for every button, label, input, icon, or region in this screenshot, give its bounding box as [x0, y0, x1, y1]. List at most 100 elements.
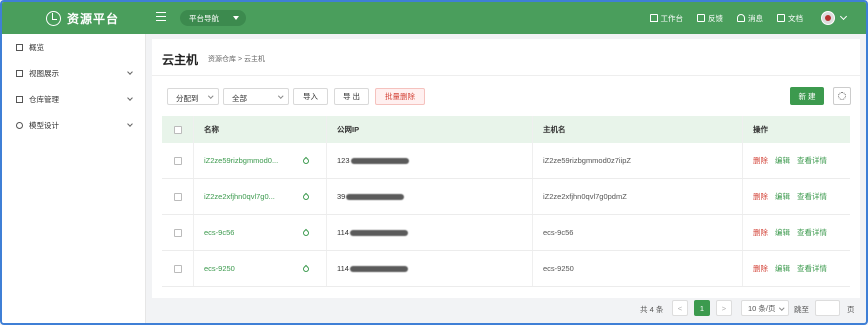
- import-button[interactable]: 导入: [293, 88, 328, 105]
- delete-link[interactable]: 删除: [753, 263, 768, 274]
- next-page-button[interactable]: >: [716, 300, 732, 316]
- top-navbar: 资源平台 平台导航 工作台 反馈 消息 文档: [2, 2, 866, 34]
- new-button[interactable]: 新 建: [790, 87, 824, 105]
- pagination: 共 4 条 < 1 > 10 条/页 跳至 页: [152, 298, 860, 318]
- filter-select[interactable]: 全部: [223, 88, 289, 105]
- view-detail-link[interactable]: 查看详情: [797, 155, 827, 166]
- host-name-link[interactable]: ecs-9250: [204, 264, 235, 273]
- app-logo[interactable]: 资源平台: [46, 2, 119, 34]
- link-feedback[interactable]: 反馈: [697, 13, 723, 24]
- link-docs[interactable]: 文档: [777, 13, 803, 24]
- edit-link[interactable]: 编辑: [775, 191, 790, 202]
- edit-name-icon[interactable]: [301, 192, 311, 202]
- ip-redaction: [346, 193, 405, 200]
- row-checkbox[interactable]: [173, 264, 182, 273]
- main-panel: 云主机 资源仓库 > 云主机 分配到 全部 导入 导 出 批量删除 新 建 名称…: [152, 39, 860, 298]
- goto-page-input[interactable]: [815, 300, 840, 316]
- settings-button[interactable]: [833, 87, 851, 105]
- link-workbench-label: 工作台: [660, 13, 684, 23]
- chevron-down-icon: [127, 121, 133, 127]
- top-links: 工作台 反馈 消息 文档: [636, 2, 848, 34]
- filter-label: 全部: [232, 94, 247, 103]
- link-workbench[interactable]: 工作台: [649, 13, 684, 24]
- link-messages[interactable]: 消息: [737, 13, 763, 24]
- goto-unit: 页: [847, 305, 855, 314]
- table-row: ecs-9250 114 ecs-9250 删除 编辑 查看详情: [162, 251, 850, 287]
- document-icon: [777, 14, 785, 22]
- sidebar-item-label: 模型设计: [29, 120, 59, 130]
- assign-to-select[interactable]: 分配到: [167, 88, 219, 105]
- sidebar-item-warehouse[interactable]: 仓库管理: [2, 86, 145, 112]
- view-detail-link[interactable]: 查看详情: [797, 263, 827, 274]
- actions-cell: 删除 编辑 查看详情: [743, 215, 850, 250]
- sidebar-item-model-design[interactable]: 模型设计: [2, 112, 145, 138]
- platform-nav-label: 平台导航: [189, 13, 219, 23]
- ip-prefix: 39: [337, 192, 346, 201]
- table-row: iZ2ze2xfjhn0qvl7g0... 39 iZ2ze2xfjhn0qvl…: [162, 179, 850, 215]
- hostname-cell: ecs-9250: [533, 251, 743, 286]
- table-header: 名称 公网IP 主机名 操作: [162, 116, 850, 143]
- platform-nav-select[interactable]: 平台导航: [180, 10, 246, 26]
- gear-icon: [838, 92, 846, 100]
- goto-label: 跳至: [794, 305, 809, 314]
- edit-link[interactable]: 编辑: [775, 227, 790, 238]
- chevron-down-icon[interactable]: [839, 12, 848, 21]
- sidebar-item-views[interactable]: 视图展示: [2, 60, 145, 86]
- actions-cell: 删除 编辑 查看详情: [743, 251, 850, 286]
- feedback-icon: [697, 14, 705, 22]
- page-size-label: 10 条/页: [748, 303, 776, 313]
- row-checkbox-cell: [162, 215, 194, 250]
- edit-name-icon[interactable]: [301, 228, 311, 238]
- batch-delete-button[interactable]: 批量删除: [375, 88, 425, 105]
- host-name-link[interactable]: ecs-9c56: [204, 228, 234, 237]
- user-avatar[interactable]: [821, 11, 835, 25]
- host-name-link[interactable]: iZ2ze2xfjhn0qvl7g0...: [204, 192, 275, 201]
- ip-cell: 123: [327, 143, 533, 178]
- actions-cell: 删除 编辑 查看详情: [743, 143, 850, 178]
- divider: [152, 75, 860, 76]
- host-name-link[interactable]: iZ2ze59rizbgmmod0...: [204, 156, 278, 165]
- hostname-text: iZ2ze2xfjhn0qvl7g0pdmZ: [543, 192, 627, 201]
- delete-link[interactable]: 删除: [753, 227, 768, 238]
- ip-redaction: [350, 157, 409, 164]
- edit-name-icon[interactable]: [301, 264, 311, 274]
- list-icon: [16, 95, 23, 103]
- header-hostname: 主机名: [533, 116, 743, 143]
- current-page-button[interactable]: 1: [694, 300, 710, 316]
- row-checkbox[interactable]: [173, 156, 182, 165]
- edit-link[interactable]: 编辑: [775, 155, 790, 166]
- select-all-checkbox[interactable]: [173, 125, 182, 134]
- edit-link[interactable]: 编辑: [775, 263, 790, 274]
- header-ip: 公网IP: [327, 116, 533, 143]
- delete-link[interactable]: 删除: [753, 191, 768, 202]
- app-title: 资源平台: [67, 11, 120, 26]
- row-checkbox[interactable]: [173, 192, 182, 201]
- delete-link[interactable]: 删除: [753, 155, 768, 166]
- ip-redaction: [349, 265, 408, 272]
- row-checkbox[interactable]: [173, 228, 182, 237]
- ip-cell: 39: [327, 179, 533, 214]
- hostname-text: ecs-9250: [543, 264, 574, 273]
- row-checkbox-cell: [162, 179, 194, 214]
- sidebar-item-overview[interactable]: 概览: [2, 34, 145, 60]
- sidebar-item-label: 视图展示: [29, 68, 59, 78]
- ip-redaction: [349, 229, 408, 236]
- breadcrumb[interactable]: 资源仓库 > 云主机: [208, 54, 265, 64]
- edit-name-icon[interactable]: [301, 156, 311, 166]
- view-detail-link[interactable]: 查看详情: [797, 191, 827, 202]
- total-count: 共 4 条: [640, 305, 664, 314]
- ip-prefix: 114: [337, 228, 349, 237]
- app-window: 资源平台 平台导航 工作台 反馈 消息 文档 概览 视图展示 仓库管理 模型设计…: [0, 0, 868, 325]
- link-messages-label: 消息: [748, 13, 763, 23]
- sidebar: 概览 视图展示 仓库管理 模型设计: [2, 34, 146, 323]
- view-detail-link[interactable]: 查看详情: [797, 227, 827, 238]
- hostname-cell: iZ2ze2xfjhn0qvl7g0pdmZ: [533, 179, 743, 214]
- name-cell: iZ2ze59rizbgmmod0...: [194, 143, 327, 178]
- actions-cell: 删除 编辑 查看详情: [743, 179, 850, 214]
- menu-toggle-icon[interactable]: [156, 12, 166, 21]
- prev-page-button[interactable]: <: [672, 300, 688, 316]
- table-row: ecs-9c56 114 ecs-9c56 删除 编辑 查看详情: [162, 215, 850, 251]
- page-size-select[interactable]: 10 条/页: [741, 300, 789, 316]
- export-button[interactable]: 导 出: [334, 88, 369, 105]
- name-cell: ecs-9c56: [194, 215, 327, 250]
